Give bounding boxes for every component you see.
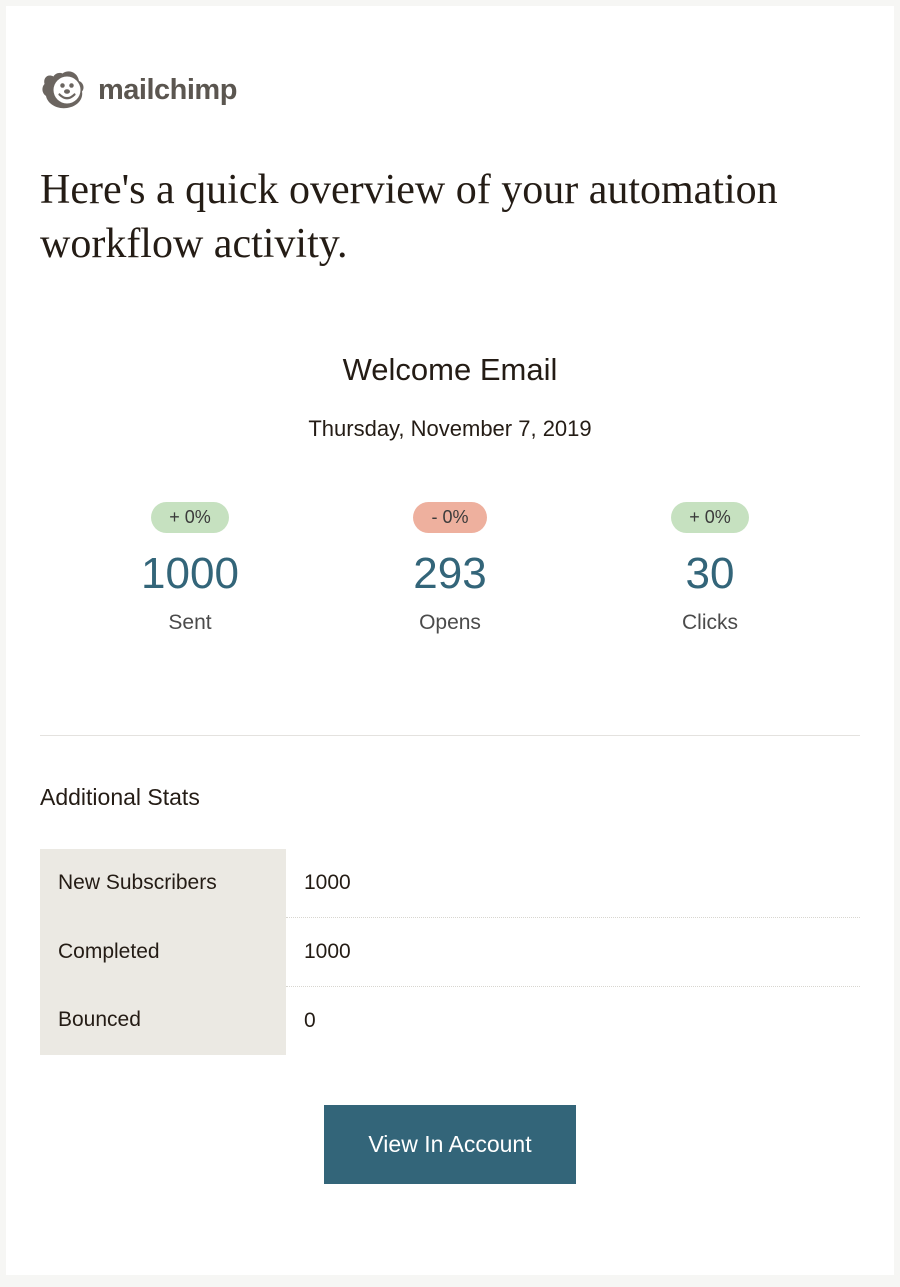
metric-opens-delta-badge: - 0% xyxy=(413,502,486,533)
metric-clicks-delta-badge: + 0% xyxy=(671,502,749,533)
campaign-date: Thursday, November 7, 2019 xyxy=(40,416,860,442)
stat-key: New Subscribers xyxy=(40,849,286,918)
metric-clicks-value: 30 xyxy=(686,549,735,599)
additional-stats-heading: Additional Stats xyxy=(40,784,860,811)
stat-key: Completed xyxy=(40,917,286,986)
brand-wordmark: mailchimp xyxy=(98,74,237,107)
table-row: Bounced 0 xyxy=(40,986,860,1055)
stat-value: 1000 xyxy=(286,849,860,918)
brand-logo: mailchimp xyxy=(40,66,860,114)
metrics-row: + 0% 1000 Sent - 0% 293 Opens + 0% 30 Cl… xyxy=(40,502,860,635)
metric-opens-value: 293 xyxy=(413,549,486,599)
campaign-title: Welcome Email xyxy=(40,352,860,388)
metric-sent: + 0% 1000 Sent xyxy=(60,502,320,635)
metric-opens-label: Opens xyxy=(419,611,481,635)
metric-sent-label: Sent xyxy=(168,611,211,635)
page-title: Here's a quick overview of your automati… xyxy=(40,164,860,272)
additional-stats-table: New Subscribers 1000 Completed 1000 Boun… xyxy=(40,849,860,1055)
view-in-account-button[interactable]: View In Account xyxy=(324,1105,575,1184)
metric-clicks: + 0% 30 Clicks xyxy=(580,502,840,635)
metric-clicks-label: Clicks xyxy=(682,611,738,635)
cta-wrap: View In Account xyxy=(40,1105,860,1184)
metric-sent-delta-badge: + 0% xyxy=(151,502,229,533)
metric-sent-value: 1000 xyxy=(141,549,239,599)
stat-key: Bounced xyxy=(40,986,286,1055)
table-row: New Subscribers 1000 xyxy=(40,849,860,918)
stat-value: 1000 xyxy=(286,917,860,986)
table-row: Completed 1000 xyxy=(40,917,860,986)
metric-opens: - 0% 293 Opens xyxy=(320,502,580,635)
report-card: mailchimp Here's a quick overview of you… xyxy=(6,6,894,1275)
section-divider xyxy=(40,735,860,736)
monkey-icon xyxy=(40,66,88,114)
stat-value: 0 xyxy=(286,986,860,1055)
